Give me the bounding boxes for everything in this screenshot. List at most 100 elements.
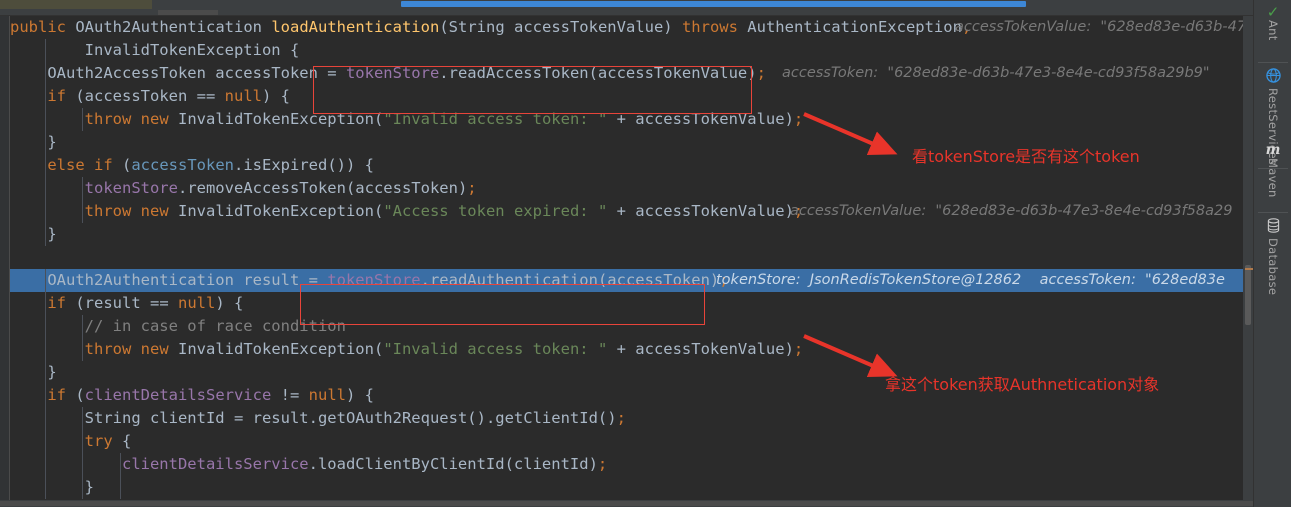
code-editor[interactable]: public OAuth2Authentication loadAuthenti… (0, 16, 1243, 500)
horizontal-scrollbar-thumb[interactable] (401, 1, 1026, 7)
code-token: InvalidTokenException( (168, 110, 384, 128)
indent-guide (82, 430, 84, 453)
code-line[interactable]: } (10, 476, 1243, 499)
code-line[interactable]: tokenStore.removeAccessToken(accessToken… (10, 177, 1243, 200)
code-line-current[interactable]: OAuth2Authentication result = tokenStore… (10, 269, 1243, 292)
ide-window: public OAuth2Authentication loadAuthenti… (0, 0, 1291, 507)
indent-guide (82, 177, 84, 200)
code-token: try (84, 432, 113, 450)
code-line[interactable] (10, 246, 1243, 269)
vertical-scrollbar-thumb[interactable] (1245, 265, 1251, 325)
code-token: throw (84, 202, 132, 220)
code-line[interactable]: if (result == null) { (10, 292, 1243, 315)
code-line[interactable]: try { (10, 430, 1243, 453)
code-line[interactable]: if (accessToken == null) { (10, 85, 1243, 108)
code-token: ) { (262, 87, 290, 105)
code-line[interactable]: throw new InvalidTokenException("Invalid… (10, 108, 1243, 131)
code-line[interactable]: throw new InvalidTokenException("Access … (10, 200, 1243, 223)
code-token: String (448, 18, 505, 36)
database-icon (1267, 218, 1280, 238)
code-token: } (10, 363, 57, 381)
code-token: OAuth2Authentication result (10, 271, 309, 289)
code-token: + accessTokenValue) (607, 202, 794, 220)
code-token: "Invalid access token: " (383, 110, 608, 128)
editor-bottom-scrollbar[interactable] (0, 500, 1253, 507)
indent-guide (82, 407, 84, 430)
code-line[interactable]: public OAuth2Authentication loadAuthenti… (10, 16, 1243, 39)
indent-guide (45, 476, 47, 499)
indent-guide (45, 177, 47, 200)
code-token: tokenStore (345, 64, 440, 82)
indent-guide (45, 223, 47, 246)
indent-guide (45, 315, 47, 338)
code-token: "Invalid access token: " (383, 340, 608, 358)
tool-window-button-ant[interactable]: ✓ Ant (1254, 4, 1291, 41)
code-token: null (224, 87, 262, 105)
indent-guide (45, 361, 47, 384)
code-token: (accessToken (66, 87, 197, 105)
indent-guide (45, 154, 47, 177)
tool-window-button-database[interactable]: Database (1254, 218, 1291, 295)
indent-guide (82, 108, 84, 131)
code-line[interactable]: throw new InvalidTokenException("Invalid… (10, 338, 1243, 361)
code-token: throw (84, 110, 132, 128)
code-line[interactable]: clientDetailsService.loadClientByClientI… (10, 453, 1243, 476)
code-token: InvalidTokenException( (168, 340, 384, 358)
code-token: // in case of race condition (84, 317, 346, 335)
code-token: .readAccessToken(accessTokenValue) (439, 64, 757, 82)
code-line[interactable]: // in case of race condition (10, 315, 1243, 338)
horizontal-scrollbar-track[interactable] (152, 0, 1253, 9)
code-token: "Access token expired: " (383, 202, 608, 220)
code-token: != (280, 386, 300, 404)
code-token: tokenStore (327, 271, 421, 289)
code-line[interactable]: OAuth2AccessToken accessToken = tokenSto… (10, 62, 1243, 85)
code-token: null (178, 294, 216, 312)
maven-icon: m (1265, 142, 1281, 158)
vertical-scrollbar-track[interactable] (1243, 16, 1253, 500)
tool-window-button-maven[interactable]: m Maven (1254, 142, 1291, 198)
code-line[interactable]: String clientId = result.getOAuth2Reques… (10, 407, 1243, 430)
tool-window-separator-3 (1258, 212, 1288, 213)
inline-debug-hint[interactable]: tokenStore: JsonRedisTokenStore@12862 ac… (716, 269, 1225, 292)
code-token: = (308, 271, 318, 289)
code-line[interactable]: InvalidTokenException { (10, 39, 1243, 62)
code-token: if (47, 87, 66, 105)
indent-guide (45, 407, 47, 430)
code-token: ( (112, 156, 132, 174)
editor-bottom-scrollbar-thumb[interactable] (0, 501, 1253, 506)
inline-debug-hint[interactable]: accessTokenValue: "628ed83e-d63b-47e3-8e… (790, 200, 1232, 223)
code-token: (result (66, 294, 150, 312)
code-token: .readAuthentication(accessToken) (420, 271, 720, 289)
tool-window-separator-1 (1258, 62, 1288, 63)
indent-guide (45, 108, 47, 131)
code-token: == (196, 87, 216, 105)
code-token: InvalidTokenException { (10, 41, 300, 59)
scrollbar-warning-marker[interactable] (1245, 268, 1253, 270)
indent-guide (119, 453, 121, 476)
code-line[interactable]: } (10, 223, 1243, 246)
indent-guide (45, 453, 47, 476)
indent-guide (45, 292, 47, 315)
code-token: ; (597, 455, 608, 473)
inline-debug-hint[interactable]: accessToken: "628ed83e-d63b-47e3-8e4e-cd… (782, 62, 1210, 85)
code-token: } (10, 478, 94, 496)
editor-tab-remnant[interactable] (0, 0, 152, 9)
code-token: if (47, 294, 66, 312)
code-token: ( (66, 386, 85, 404)
code-token: + accessTokenValue) (607, 110, 794, 128)
code-token: ; (793, 110, 804, 128)
code-token: accessToken (131, 156, 234, 174)
code-token: } (10, 133, 57, 151)
editor-gutter[interactable] (0, 16, 9, 500)
code-lines-container[interactable]: public OAuth2Authentication loadAuthenti… (10, 16, 1243, 500)
code-token: .loadClientByClientId(clientId) (308, 455, 598, 473)
inline-debug-hint[interactable]: accessTokenValue: "628ed83e-d63b-47 (955, 16, 1243, 39)
code-token: ; (616, 409, 626, 427)
code-token: } (10, 225, 57, 243)
code-token: .removeAccessToken(accessToken) (177, 179, 468, 197)
